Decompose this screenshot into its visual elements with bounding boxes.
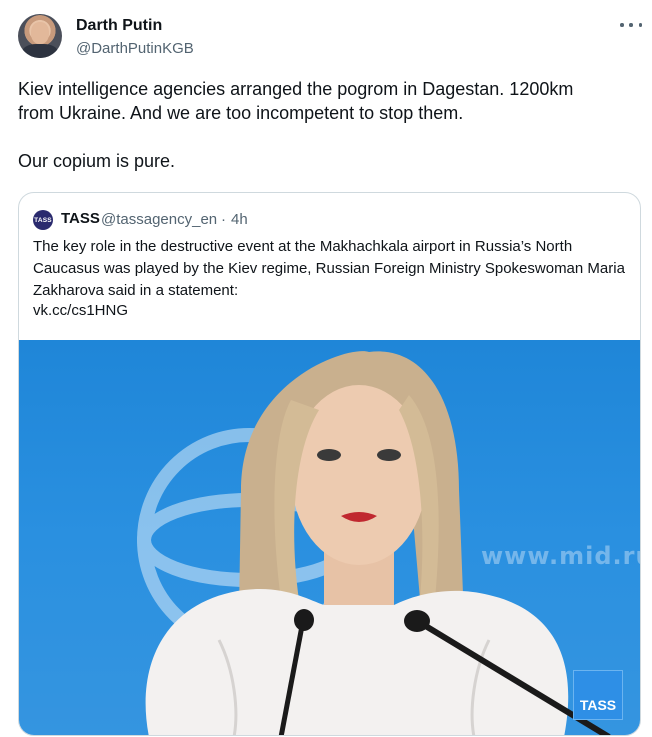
- quoted-tweet[interactable]: TASS TASS @tassagency_en · 4h The key ro…: [18, 192, 641, 736]
- avatar-face: [31, 22, 49, 44]
- more-options-icon[interactable]: [620, 16, 642, 34]
- author-avatar[interactable]: [18, 14, 62, 58]
- avatar-suit: [22, 44, 58, 58]
- microphone-head-right: [404, 610, 430, 632]
- quoted-text: The key role in the destructive event at…: [33, 238, 625, 299]
- tass-badge: TASS: [573, 670, 623, 720]
- quoted-author-name[interactable]: TASS: [61, 210, 100, 227]
- tweet-text: Kiev intelligence agencies arranged the …: [18, 79, 574, 171]
- tweet[interactable]: Darth Putin @DarthPutinKGB Kiev intellig…: [0, 0, 652, 737]
- tass-logo-icon[interactable]: TASS: [33, 210, 53, 230]
- quoted-timestamp[interactable]: 4h: [231, 211, 248, 228]
- quoted-author-handle[interactable]: @tassagency_en: [101, 211, 217, 228]
- author-handle[interactable]: @DarthPutinKGB: [76, 40, 194, 57]
- quoted-separator: ·: [221, 211, 226, 228]
- left-eye: [317, 449, 341, 461]
- photo-illustration: [137, 351, 611, 735]
- quoted-link[interactable]: vk.cc/cs1HNG: [33, 302, 128, 319]
- white-blouse: [145, 589, 569, 735]
- microphone-head-left: [294, 609, 314, 631]
- photo-watermark: www.mid.ru: [481, 542, 641, 570]
- right-eye: [377, 449, 401, 461]
- author-name[interactable]: Darth Putin: [76, 17, 162, 35]
- quoted-photo[interactable]: www.mid.ru TASS: [19, 340, 641, 735]
